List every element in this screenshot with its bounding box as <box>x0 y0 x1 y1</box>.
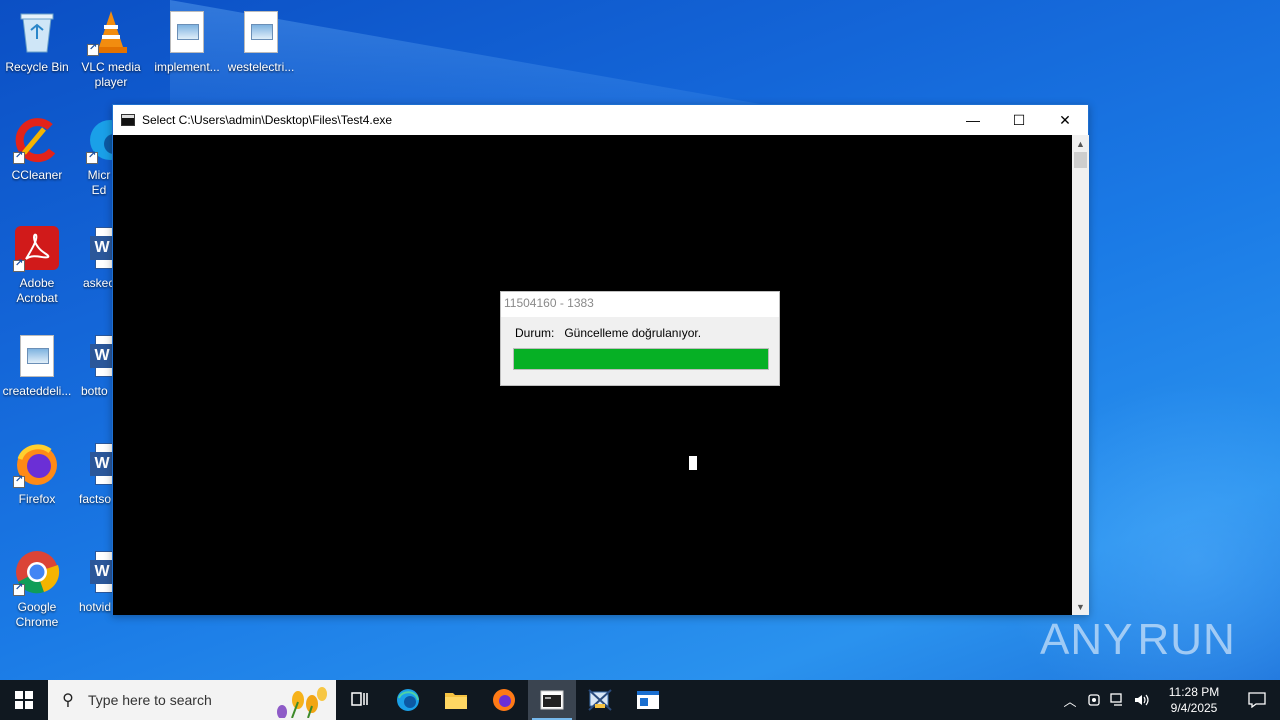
desktop-icon-westelectri[interactable]: westelectri... <box>224 8 298 75</box>
desktop-icon-createddeli[interactable]: createddeli... <box>0 332 74 399</box>
desktop-icon-label: VLC media player <box>81 60 141 89</box>
progress-bar <box>513 348 769 370</box>
word-doc-icon: W <box>90 551 112 593</box>
window-title: Select C:\Users\admin\Desktop\Files\Test… <box>142 113 393 127</box>
desktop-icon-word-askec[interactable]: W askec <box>74 224 112 291</box>
desktop-icon-label: askec <box>83 276 112 290</box>
text-cursor <box>689 456 697 470</box>
console-app-icon <box>121 114 135 126</box>
console-window-icon <box>540 690 564 710</box>
desktop-icon-label: Adobe Acrobat <box>16 276 58 305</box>
desktop-icon-label: implement... <box>154 60 220 74</box>
watermark-text-right: RUN <box>1137 615 1236 664</box>
taskbar-edge-button[interactable] <box>384 680 432 720</box>
dialog-status-row: Durum: Güncelleme doğrulanıyor. <box>515 326 701 340</box>
taskbar-app-window-button[interactable] <box>624 680 672 720</box>
taskbar-console-button[interactable] <box>528 680 576 720</box>
device-icon[interactable] <box>1082 680 1106 720</box>
scroll-up-arrow-icon[interactable]: ▲ <box>1072 135 1089 152</box>
shortcut-arrow-icon <box>87 42 99 56</box>
image-file-icon <box>170 11 204 53</box>
desktop-icon-label: hotvid <box>79 600 112 614</box>
desktop-icon-recycle-bin[interactable]: Recycle Bin <box>0 8 74 75</box>
status-text: Güncelleme doğrulanıyor. <box>564 326 702 340</box>
search-highlight-flowers-icon <box>277 687 327 718</box>
recycle-bin-icon <box>13 8 61 56</box>
anyrun-watermark: ANY RUN <box>1040 608 1235 672</box>
taskbar-network-tool-button[interactable] <box>576 680 624 720</box>
desktop-icon-label: botto <box>81 384 108 398</box>
vertical-scrollbar[interactable]: ▲ ▼ <box>1072 135 1089 615</box>
shortcut-arrow-icon <box>13 474 25 488</box>
desktop-icon-word-botto[interactable]: W botto <box>74 332 112 399</box>
desktop-icon-implement[interactable]: implement... <box>150 8 224 75</box>
update-progress-dialog[interactable]: 11504160 - 1383 Durum: Güncelleme doğrul… <box>500 291 780 386</box>
edge-icon <box>397 689 419 711</box>
acrobat-icon <box>13 224 61 272</box>
firefox-icon <box>493 689 515 711</box>
desktop-icon-firefox[interactable]: Firefox <box>0 440 74 507</box>
start-button[interactable] <box>0 680 48 720</box>
edge-icon <box>86 116 112 164</box>
image-file-icon <box>244 11 278 53</box>
desktop-icon-label: westelectri... <box>227 60 295 74</box>
desktop-icon-label: factso <box>79 492 112 506</box>
desktop-icon-vlc[interactable]: VLC media player <box>74 8 148 90</box>
taskbar: ⚲ Type here to search ︿ 11:28 PM 9/4/202… <box>0 680 1280 720</box>
folder-icon <box>445 693 467 709</box>
desktop-icon-label: Micr Ed <box>87 168 111 197</box>
app-window-icon <box>637 691 659 709</box>
status-label: Durum: <box>515 326 555 340</box>
desktop-icon-ccleaner[interactable]: CCleaner <box>0 116 74 183</box>
chrome-icon <box>13 548 61 596</box>
window-titlebar[interactable]: Select C:\Users\admin\Desktop\Files\Test… <box>113 105 1088 135</box>
desktop-icon-chrome[interactable]: Google Chrome <box>0 548 74 630</box>
windows-logo-icon <box>15 691 33 709</box>
word-doc-icon: W <box>90 227 112 269</box>
network-tool-icon <box>588 689 612 711</box>
taskbar-clock[interactable]: 11:28 PM 9/4/2025 <box>1158 684 1230 716</box>
task-view-button[interactable] <box>336 680 384 720</box>
taskbar-file-explorer-button[interactable] <box>432 680 480 720</box>
ccleaner-icon <box>13 116 61 164</box>
maximize-button[interactable]: ☐ <box>996 105 1042 135</box>
minimize-button[interactable]: — <box>950 105 996 135</box>
word-doc-icon: W <box>90 335 112 377</box>
shortcut-arrow-icon <box>13 150 25 164</box>
image-file-icon <box>20 335 54 377</box>
system-tray: ︿ 11:28 PM 9/4/2025 <box>1058 680 1280 720</box>
notification-icon <box>1248 692 1266 708</box>
shortcut-arrow-icon <box>13 258 25 272</box>
chevron-up-icon[interactable]: ︿ <box>1058 680 1082 720</box>
search-placeholder: Type here to search <box>88 692 212 708</box>
desktop-icon-label: Google Chrome <box>15 600 59 629</box>
desktop-icon-acrobat[interactable]: Adobe Acrobat <box>0 224 74 306</box>
desktop-icon-label: createddeli... <box>2 384 72 398</box>
volume-icon[interactable] <box>1130 680 1154 720</box>
word-doc-icon: W <box>90 443 112 485</box>
desktop-icon-edge[interactable]: Micr Ed <box>74 116 112 198</box>
desktop-icon-label: Firefox <box>18 492 56 506</box>
search-icon: ⚲ <box>62 692 74 709</box>
shortcut-arrow-icon <box>86 150 98 164</box>
clock-time: 11:28 PM <box>1168 685 1220 699</box>
notifications-button[interactable] <box>1234 680 1280 720</box>
progress-bar-fill <box>514 349 768 369</box>
firefox-icon <box>13 440 61 488</box>
scrollbar-thumb[interactable] <box>1074 152 1087 168</box>
network-icon[interactable] <box>1106 680 1130 720</box>
vlc-icon <box>87 8 135 56</box>
dialog-title: 11504160 - 1383 <box>501 292 779 317</box>
taskbar-firefox-button[interactable] <box>480 680 528 720</box>
desktop-icon-label: Recycle Bin <box>5 60 69 74</box>
clock-date: 9/4/2025 <box>1170 701 1218 715</box>
shortcut-arrow-icon <box>13 582 25 596</box>
close-button[interactable]: ✕ <box>1042 105 1088 135</box>
desktop-icon-label: CCleaner <box>11 168 63 182</box>
desktop-icon-word-factso[interactable]: W factso <box>74 440 112 507</box>
task-view-icon <box>351 692 368 706</box>
taskbar-search-box[interactable]: ⚲ Type here to search <box>48 680 336 720</box>
desktop-icon-word-hotvid[interactable]: W hotvid <box>74 548 112 615</box>
watermark-text-left: ANY <box>1040 615 1134 664</box>
